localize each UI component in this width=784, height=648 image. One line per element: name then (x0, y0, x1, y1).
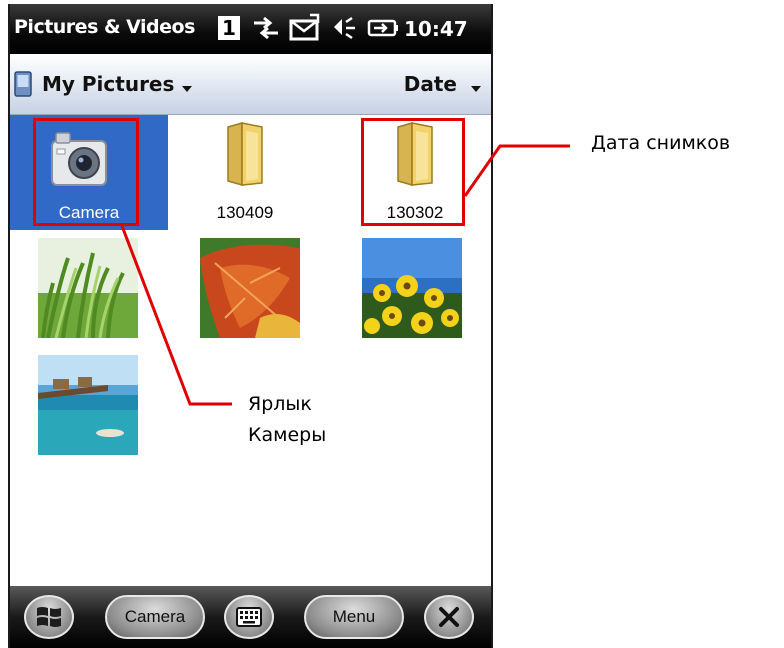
camera-callout-line1: Ярлык (248, 393, 312, 415)
date-callout: Дата снимков (591, 132, 731, 154)
camera-leader-line (120, 225, 232, 406)
callout-leader-lines (120, 144, 570, 406)
date-leader-line (463, 144, 570, 197)
camera-callout-line2: Камеры (248, 424, 327, 446)
